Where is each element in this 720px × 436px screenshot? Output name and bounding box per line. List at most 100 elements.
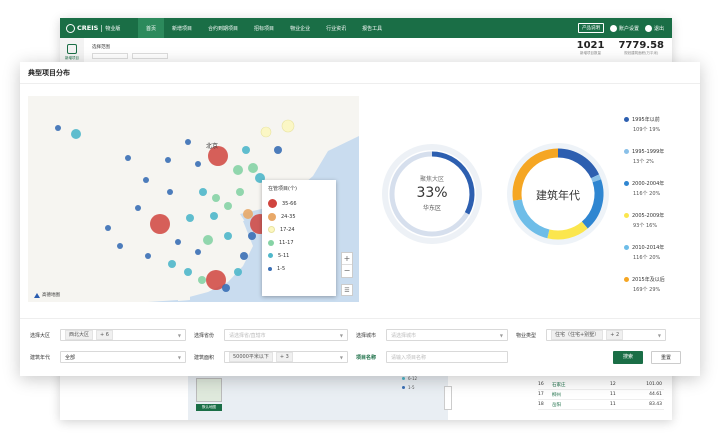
legend-dot-icon: [268, 239, 274, 246]
map-marker[interactable]: [185, 139, 191, 145]
map-marker[interactable]: [248, 232, 256, 240]
map-marker[interactable]: [150, 214, 170, 234]
search-button[interactable]: 搜索: [613, 351, 643, 364]
property-type-select[interactable]: 住宅（住宅+别墅） + 2 ▼: [546, 329, 666, 341]
legend-item[interactable]: 2005-2009年 93个 16%: [624, 212, 665, 244]
bg-province-select[interactable]: [132, 53, 168, 59]
map-marker[interactable]: [248, 163, 258, 173]
sidebar-item-new-projects[interactable]: 新增项目: [60, 56, 84, 61]
building-year-select[interactable]: 全部 ▼: [60, 351, 186, 363]
map-thumbnail[interactable]: [196, 378, 222, 402]
legend-item[interactable]: 11-17: [268, 236, 330, 249]
map-marker[interactable]: [242, 146, 250, 154]
map-marker[interactable]: [184, 268, 192, 276]
map-marker[interactable]: [117, 243, 123, 249]
nav-item-property-companies[interactable]: 物业企业: [282, 18, 318, 38]
map-marker[interactable]: [135, 205, 141, 211]
table-row[interactable]: 17 柳州 11 44.61: [538, 390, 664, 400]
map-marker[interactable]: [165, 157, 171, 163]
project-name-input[interactable]: 请输入项目名称: [386, 351, 508, 363]
map-marker[interactable]: [234, 268, 242, 276]
account-settings-link[interactable]: 账户设置: [609, 24, 639, 32]
building-area-tag[interactable]: 50000平米以下: [229, 352, 273, 362]
map-marker[interactable]: [198, 276, 206, 284]
province-select[interactable]: 请选择省/直辖市 ▼: [224, 329, 348, 341]
map-marker[interactable]: [240, 252, 248, 260]
map-marker[interactable]: [195, 161, 201, 167]
region-tag[interactable]: 西北大区: [65, 330, 94, 340]
map-marker[interactable]: [105, 225, 111, 231]
reset-button[interactable]: 重置: [651, 351, 681, 364]
map-marker[interactable]: [186, 214, 194, 222]
map-marker[interactable]: [203, 235, 213, 245]
logout-link[interactable]: 退出: [644, 24, 664, 32]
map-marker[interactable]: [145, 253, 151, 259]
year-donut-slice[interactable]: [590, 174, 602, 183]
map-marker[interactable]: [274, 146, 282, 154]
legend-item-title: 1995-1999年: [624, 148, 665, 155]
map-marker[interactable]: [55, 125, 61, 131]
project-name-label: 项目名称: [356, 354, 377, 361]
list-view-icon[interactable]: ☰: [341, 284, 353, 296]
nav-item-expiring-contracts[interactable]: 合约到期项目: [200, 18, 246, 38]
stat-value: 1021: [576, 40, 605, 51]
app-logo[interactable]: CREIS 物业版: [60, 23, 138, 33]
legend-item[interactable]: 2015年及以后 169个 29%: [624, 276, 665, 308]
nav-item-industry-news[interactable]: 行业资讯: [318, 18, 354, 38]
map-marker[interactable]: [281, 119, 295, 133]
legend-item[interactable]: 17-24: [268, 223, 330, 236]
bg-region-select[interactable]: [92, 53, 128, 59]
project-map[interactable]: 北京 在管项目(个) 35-66 24-35 17-24 11-17 5-11 1-5 +…: [28, 96, 359, 302]
new-project-icon[interactable]: [67, 44, 77, 54]
legend-item[interactable]: 24-35: [268, 210, 330, 223]
table-row[interactable]: 16 石家庄 12 101.00: [538, 380, 664, 390]
map-marker[interactable]: [168, 260, 176, 268]
nav-item-home[interactable]: 首页: [138, 18, 165, 38]
region-select[interactable]: 西北大区 + 6 ▼: [60, 329, 186, 341]
city-select[interactable]: 请选择城市 ▼: [386, 329, 508, 341]
map-marker[interactable]: [260, 126, 272, 138]
table-row[interactable]: 18 岳阳 11 83.43: [538, 400, 664, 410]
map-marker[interactable]: [224, 232, 232, 240]
property-type-tag[interactable]: 住宅（住宅+别墅）: [551, 330, 604, 340]
legend-item[interactable]: 1-5: [268, 262, 330, 275]
bg-legend-label: 1-5: [408, 385, 415, 390]
map-marker[interactable]: [236, 188, 244, 196]
bg-map-controls[interactable]: [444, 386, 452, 410]
row-city[interactable]: 柳州: [552, 392, 610, 398]
map-marker[interactable]: [210, 212, 218, 220]
ranking-table: 16 石家庄 12 101.00 17 柳州 11 44.61 18 岳阳 11 83.43: [538, 380, 664, 410]
brand-name: CREIS: [77, 24, 99, 32]
legend-item[interactable]: 35-66: [268, 197, 330, 210]
product-info-button[interactable]: 产品说明: [577, 23, 604, 33]
map-marker[interactable]: [143, 177, 149, 183]
map-marker[interactable]: [212, 194, 220, 202]
map-marker[interactable]: [71, 129, 81, 139]
zoom-out-button[interactable]: −: [342, 265, 352, 277]
legend-item[interactable]: 2010-2014年 116个 20%: [624, 244, 665, 276]
legend-item[interactable]: 1995年以前 109个 19%: [624, 116, 665, 148]
legend-dot-icon: [402, 386, 405, 389]
row-value: 44.61: [649, 392, 662, 397]
row-city[interactable]: 岳阳: [552, 402, 610, 408]
nav-item-new-projects[interactable]: 新增项目: [164, 18, 200, 38]
map-marker[interactable]: [195, 249, 201, 255]
map-marker[interactable]: [243, 209, 253, 219]
legend-item[interactable]: 2000-2004年 116个 20%: [624, 180, 665, 212]
building-area-select[interactable]: 50000平米以下 + 3 ▼: [224, 351, 348, 363]
legend-item[interactable]: 5-11: [268, 249, 330, 262]
map-marker[interactable]: [199, 188, 207, 196]
nav-item-tender-projects[interactable]: 招标项目: [246, 18, 282, 38]
city-label-beijing: 北京: [206, 142, 218, 150]
nav-item-report-tools[interactable]: 报告工具: [354, 18, 390, 38]
map-marker[interactable]: [175, 239, 181, 245]
map-marker[interactable]: [222, 284, 230, 292]
row-city[interactable]: 石家庄: [552, 382, 610, 388]
default-map-button[interactable]: 默认地图: [196, 404, 222, 411]
zoom-in-button[interactable]: +: [342, 253, 352, 265]
map-marker[interactable]: [233, 165, 243, 175]
legend-item[interactable]: 1995-1999年 13个 2%: [624, 148, 665, 180]
map-marker[interactable]: [125, 155, 131, 161]
map-marker[interactable]: [167, 189, 173, 195]
map-marker[interactable]: [224, 202, 232, 210]
